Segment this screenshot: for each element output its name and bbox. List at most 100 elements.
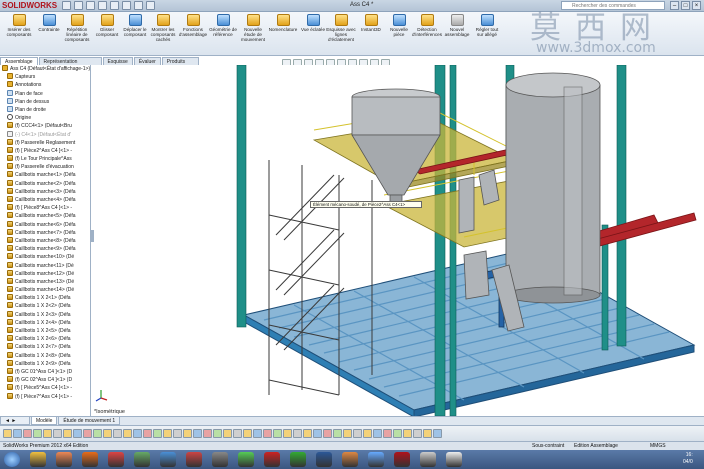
tab-scroll-arrows[interactable]: ◄ ► — [0, 417, 30, 425]
new-icon[interactable] — [62, 1, 71, 10]
toolbar-tool-icon[interactable] — [193, 429, 202, 438]
tree-item[interactable]: (f) Passerelle Reglasement — [0, 138, 90, 147]
tree-item[interactable]: Caillbotis 1 X 2<7> (Défa — [0, 343, 90, 351]
tree-item[interactable]: Annotations — [0, 81, 90, 89]
tab-1[interactable]: Représentation schématique — [38, 57, 102, 73]
toolbar-tool-icon[interactable] — [223, 429, 232, 438]
tree-item[interactable]: (f) [ Pièce2^Ass C4 ]<1> - — [0, 146, 90, 155]
minimize-button[interactable]: – — [670, 1, 679, 10]
bottom-tab-0[interactable]: Modèle — [31, 417, 58, 425]
toolbar-tool-icon[interactable] — [213, 429, 222, 438]
toolbar-tool-icon[interactable] — [283, 429, 292, 438]
toolbar-tool-icon[interactable] — [53, 429, 62, 438]
acrobat-icon[interactable] — [264, 452, 280, 467]
tree-item[interactable]: Caillbotis 1 X 2<5> (Défa — [0, 327, 90, 335]
toolbar-tool-icon[interactable] — [363, 429, 372, 438]
toolbar-tool-icon[interactable] — [293, 429, 302, 438]
ribbon-button-move[interactable]: Glisser composant — [92, 14, 122, 37]
bottom-tab-1[interactable]: Étude de mouvement 1 — [58, 417, 121, 425]
toolbar-tool-icon[interactable] — [253, 429, 262, 438]
ribbon-button-new-part[interactable]: Nouvelle pièce — [384, 14, 414, 37]
tree-item[interactable]: (-) C4<1> (Défaut<État d' — [0, 130, 90, 139]
tree-item[interactable]: Caillbotis marche<8> (Défa — [0, 236, 90, 245]
toolbar-tool-icon[interactable] — [103, 429, 112, 438]
toolbar-tool-icon[interactable] — [233, 429, 242, 438]
tree-item[interactable]: Caillbotis marche<2> (Défa — [0, 179, 90, 188]
tree-item[interactable]: Caillbotis 1 X 2<2> (Défa — [0, 302, 90, 310]
tree-item[interactable]: (f) GC 01^Ass C4 ]<1> (D — [0, 367, 90, 376]
toolbar-tool-icon[interactable] — [343, 429, 352, 438]
app-icon[interactable] — [134, 452, 150, 467]
tab-0[interactable]: Assemblage — [0, 57, 38, 65]
toolbar-tool-icon[interactable] — [123, 429, 132, 438]
toolbar-tool-icon[interactable] — [163, 429, 172, 438]
toolbar-tool-icon[interactable] — [93, 429, 102, 438]
tree-item[interactable]: Caillbotis marche<3> (Défa — [0, 187, 90, 196]
tree-item[interactable]: (f) Le Tour Principale^Ass — [0, 155, 90, 163]
app-icon[interactable] — [212, 452, 228, 467]
tree-item[interactable]: Caillbotis 1 X 2<1> (Défa — [0, 294, 90, 302]
app-icon[interactable] — [446, 452, 462, 467]
toolbar-tool-icon[interactable] — [353, 429, 362, 438]
tree-item[interactable]: Caillbotis marche<14> (Dé — [0, 286, 90, 294]
toolbar-tool-icon[interactable] — [43, 429, 52, 438]
toolbar-tool-icon[interactable] — [3, 429, 12, 438]
ribbon-button-bom[interactable]: Nomenclature — [268, 14, 298, 32]
app-icon[interactable] — [420, 452, 436, 467]
toolbar-tool-icon[interactable] — [263, 429, 272, 438]
tab-4[interactable]: Produits Office — [161, 57, 199, 73]
media-player-icon[interactable] — [56, 452, 72, 467]
ribbon-button-linear-pattern[interactable]: Répétition linéaire de composants — [62, 14, 92, 42]
toolbar-tool-icon[interactable] — [273, 429, 282, 438]
tree-item[interactable]: Caillbotis marche<4> (Défa — [0, 196, 90, 204]
close-button[interactable]: × — [692, 1, 701, 10]
ribbon-button-mate[interactable]: Contrainte — [34, 14, 64, 32]
toolbar-tool-icon[interactable] — [333, 429, 342, 438]
ribbon-button-assembly-features[interactable]: Fonctions d'assemblage — [178, 14, 208, 37]
silo-tank[interactable] — [505, 72, 601, 304]
app-icon[interactable] — [238, 452, 254, 467]
toolbar-tool-icon[interactable] — [63, 429, 72, 438]
system-clock[interactable]: 16: 04/0 — [683, 452, 693, 466]
undo-icon[interactable] — [110, 1, 119, 10]
toolbar-tool-icon[interactable] — [13, 429, 22, 438]
toolbar-tool-icon[interactable] — [173, 429, 182, 438]
toolbar-tool-icon[interactable] — [433, 429, 442, 438]
tree-item[interactable]: Plan de face — [0, 89, 90, 98]
rebuild-icon[interactable] — [134, 1, 143, 10]
toolbar-tool-icon[interactable] — [33, 429, 42, 438]
ribbon-button-explode-line[interactable]: Esquisse avec lignes d'éclatement — [326, 14, 356, 42]
tree-item[interactable]: Caillbotis marche<12> (Dé — [0, 269, 90, 278]
tree-item[interactable]: (f) Passerelle d'évacuation — [0, 163, 90, 171]
tree-item[interactable]: (f) [ Pièce5^Ass C4 ]<1> - — [0, 384, 90, 392]
tree-item[interactable]: (f) [ Pièce8^Ass C4 ]<1> - — [0, 204, 90, 212]
tab-3[interactable]: Évaluer — [133, 57, 161, 65]
status-units[interactable]: MMGS — [650, 442, 666, 450]
tree-item[interactable]: Caillbotis marche<7> (Défa — [0, 228, 90, 237]
ribbon-button-new-assembly[interactable]: Nouvel assemblage — [442, 14, 472, 37]
chrome-icon[interactable] — [108, 452, 124, 467]
ribbon-button-interference[interactable]: Détection d'interférences — [412, 14, 442, 37]
tree-item[interactable]: Plan de droite — [0, 105, 90, 114]
tree-item[interactable]: Plan de dessus — [0, 97, 90, 106]
tree-item[interactable]: Caillbotis marche<11> (Dé — [0, 261, 90, 270]
toolbar-tool-icon[interactable] — [23, 429, 32, 438]
tree-item[interactable]: Caillbotis 1 X 2<4> (Défa — [0, 318, 90, 327]
tree-item[interactable]: Ass C4 (Défaut<État d'affichage-1>) — [0, 65, 90, 73]
open-icon[interactable] — [74, 1, 83, 10]
select-icon[interactable] — [122, 1, 131, 10]
tree-item[interactable]: (f) GC 02^Ass C4 ]<1> (D — [0, 376, 90, 384]
toolbar-tool-icon[interactable] — [133, 429, 142, 438]
tab-2[interactable]: Esquisse — [102, 57, 133, 65]
explorer-icon[interactable] — [30, 452, 46, 467]
toolbar-tool-icon[interactable] — [73, 429, 82, 438]
toolbar-tool-icon[interactable] — [303, 429, 312, 438]
ribbon-button-move-component[interactable]: Déplacer le composant — [120, 14, 150, 37]
save-icon[interactable] — [86, 1, 95, 10]
toolbar-tool-icon[interactable] — [423, 429, 432, 438]
toolbar-tool-icon[interactable] — [393, 429, 402, 438]
tree-item[interactable]: Caillbotis 1 X 2<6> (Défa — [0, 335, 90, 343]
app-icon[interactable] — [368, 452, 384, 467]
app-icon[interactable] — [186, 452, 202, 467]
tree-item[interactable]: (f) [ Pièce7^Ass C4 ]<1> - — [0, 392, 90, 401]
